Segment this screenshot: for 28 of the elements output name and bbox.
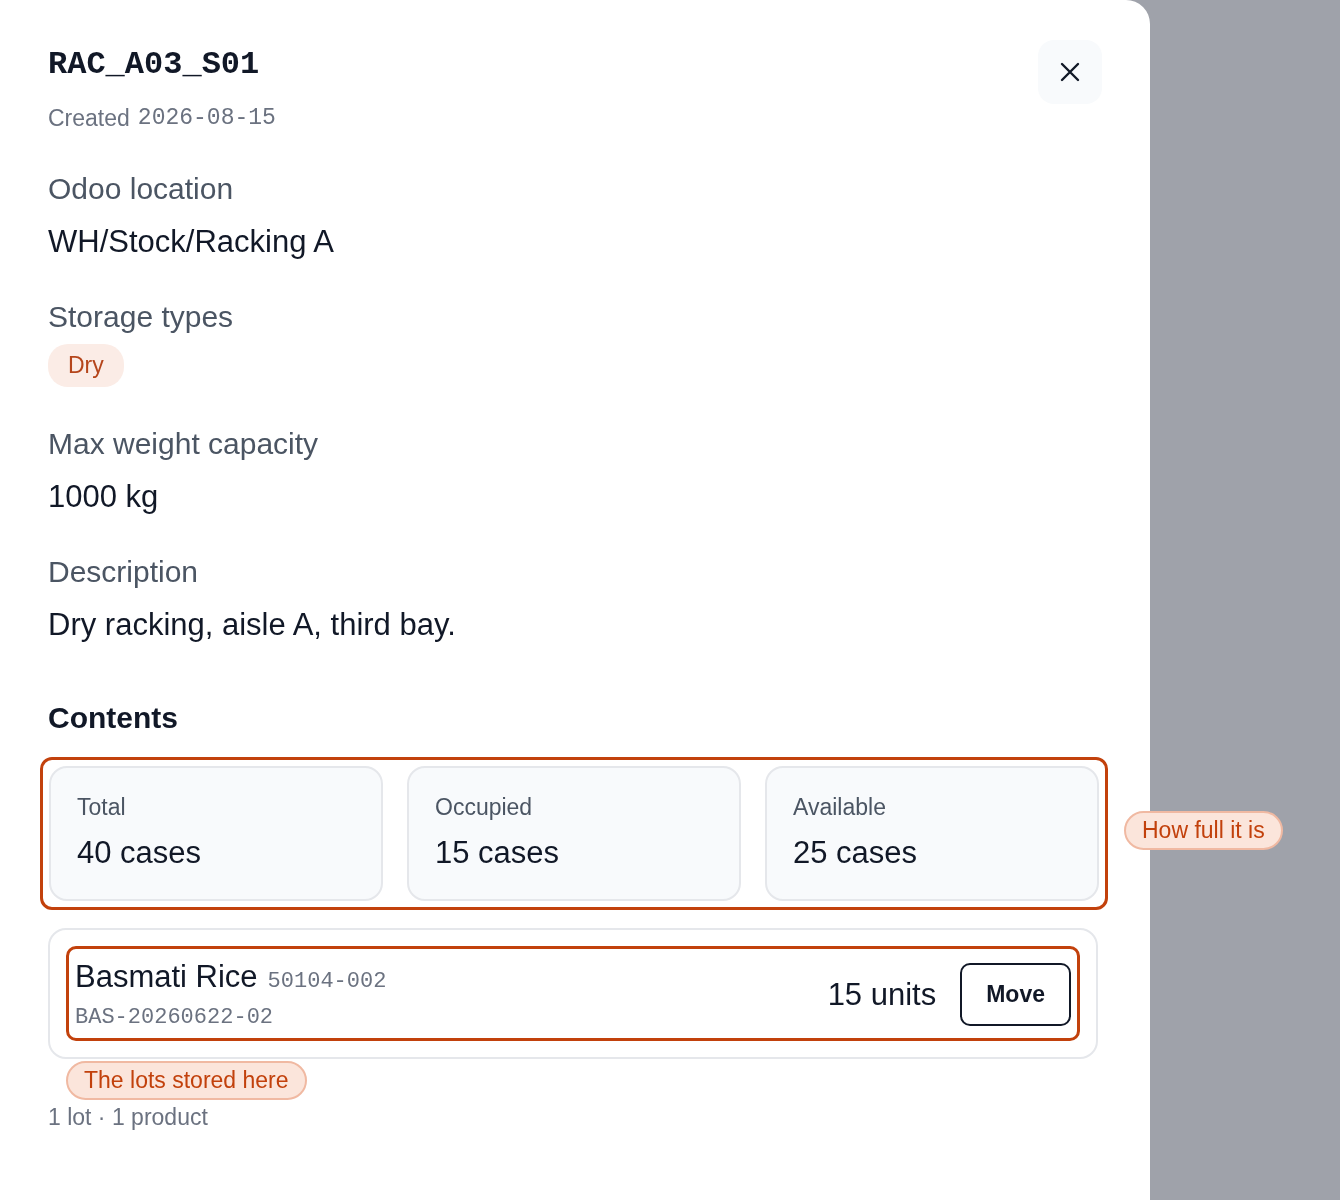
field-label: Max weight capacity xyxy=(48,427,320,461)
callout-label: The lots stored here xyxy=(66,1061,307,1100)
field-label: Odoo location xyxy=(48,172,235,206)
stat-value: 25 cases xyxy=(793,835,919,871)
field-label: Storage types xyxy=(48,300,235,334)
lots-summary: 1 lot · 1 product xyxy=(48,1104,209,1131)
lot-number: BAS-20260622-02 xyxy=(75,1005,275,1030)
panel-title: RAC_A03_S01 xyxy=(48,46,261,83)
stat-value: 40 cases xyxy=(77,835,203,871)
field-value: Dry racking, aisle A, third bay. xyxy=(48,607,457,643)
field-value: 1000 kg xyxy=(48,479,160,515)
close-icon xyxy=(1059,61,1081,83)
stat-label: Total xyxy=(77,794,127,821)
section-heading: Contents xyxy=(48,701,179,735)
stat-label: Occupied xyxy=(435,794,534,821)
move-button[interactable]: Move xyxy=(960,963,1071,1026)
callout-label: How full it is xyxy=(1124,811,1283,850)
close-button[interactable] xyxy=(1038,40,1102,104)
stat-label: Available xyxy=(793,794,887,821)
product-code: 50104-002 xyxy=(267,969,387,994)
field-label: Description xyxy=(48,555,200,589)
storage-tag: Dry xyxy=(48,344,124,387)
field-value: WH/Stock/Racking A xyxy=(48,224,335,260)
product-name: Basmati Rice xyxy=(75,959,258,995)
stat-value: 15 cases xyxy=(435,835,561,871)
created-date: 2026-08-15 xyxy=(137,105,276,132)
lot-quantity: 15 units xyxy=(827,976,937,1013)
created-label: Created xyxy=(48,105,130,132)
